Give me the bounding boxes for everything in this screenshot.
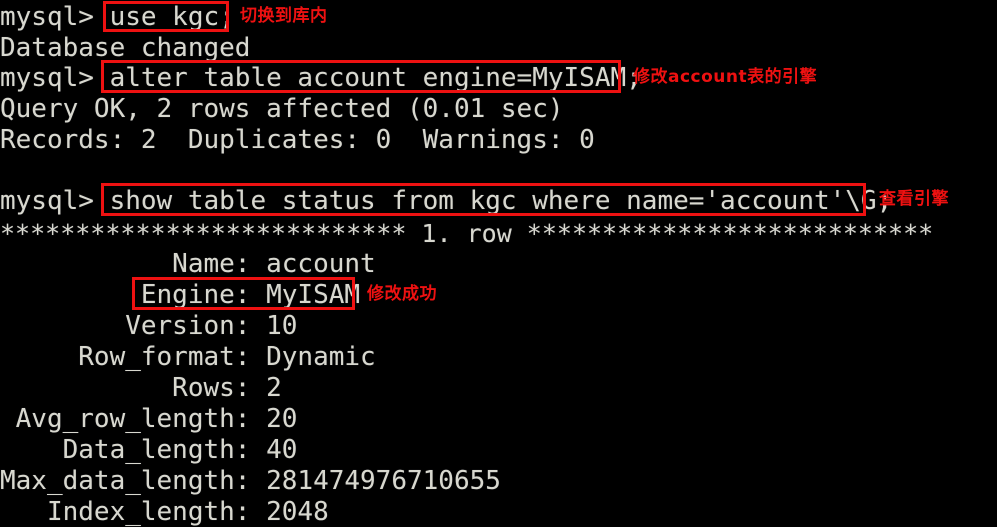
terminal-line-field-rows: Rows: 2 bbox=[0, 373, 282, 403]
terminal-line-prompt-use: mysql> use kgc; bbox=[0, 2, 235, 32]
terminal-line-prompt-alter: mysql> alter table account engine=MyISAM… bbox=[0, 63, 642, 93]
annotation-modify-success: 修改成功 bbox=[367, 284, 437, 304]
terminal-line-field-engine: Engine: MyISAM bbox=[0, 280, 361, 310]
terminal-line-field-index-len: Index_length: 2048 bbox=[0, 497, 329, 527]
mysql-terminal-window[interactable]: mysql> use kgc; Database changed mysql> … bbox=[0, 0, 997, 527]
terminal-line-database-changed: Database changed bbox=[0, 33, 251, 63]
annotation-switch-database: 切换到库内 bbox=[240, 6, 328, 26]
terminal-line-field-name: Name: account bbox=[0, 249, 376, 279]
terminal-line-field-avg-row-len: Avg_row_length: 20 bbox=[0, 404, 298, 434]
terminal-line-records: Records: 2 Duplicates: 0 Warnings: 0 bbox=[0, 125, 595, 155]
annotation-alter-engine: 修改account表的引擎 bbox=[633, 67, 818, 87]
terminal-line-field-data-len: Data_length: 40 bbox=[0, 435, 298, 465]
annotation-view-engine: 查看引擎 bbox=[879, 189, 949, 209]
terminal-line-field-max-data-len: Max_data_length: 281474976710655 bbox=[0, 466, 501, 496]
terminal-line-prompt-show: mysql> show table status from kgc where … bbox=[0, 186, 893, 216]
terminal-line-field-version: Version: 10 bbox=[0, 311, 298, 341]
terminal-line-row-separator: *************************** 1. row *****… bbox=[0, 219, 934, 248]
terminal-line-query-ok: Query OK, 2 rows affected (0.01 sec) bbox=[0, 94, 564, 124]
terminal-line-field-row-format: Row_format: Dynamic bbox=[0, 342, 376, 372]
